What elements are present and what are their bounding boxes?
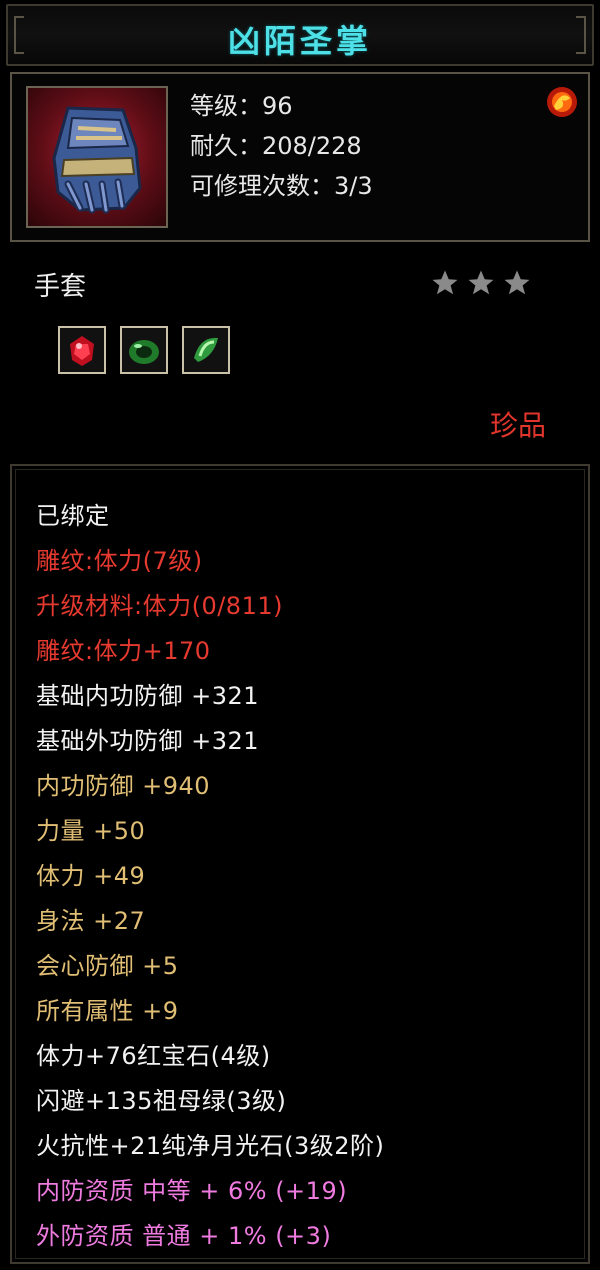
gem-stat-emerald: 闪避+135祖母绿(3级): [36, 1087, 287, 1115]
item-tooltip: 凶陌圣掌 等级：96 耐久：208/228 可修理次数：3/3 手套 珍品 已绑…: [0, 0, 600, 1270]
agility-stat: 身法 +27: [36, 907, 146, 935]
gem-slots: [58, 326, 230, 374]
stamina-stat: 体力 +49: [36, 862, 146, 890]
item-repair-count: 可修理次数：3/3: [190, 172, 373, 200]
inner-defense: 内功防御 +940: [36, 772, 211, 800]
outer-defense-quality: 外防资质 普通 + 1% (+3): [36, 1222, 332, 1250]
gem-stat-moonstone: 火抗性+21纯净月光石(3级2阶): [36, 1132, 385, 1160]
upgrade-material-line: 升级材料:体力(0/811): [36, 592, 283, 620]
rarity-label: 珍品: [490, 409, 547, 442]
star-icon: [432, 270, 458, 295]
stats-panel: 已绑定 雕纹:体力(7级) 升级材料:体力(0/811) 雕纹:体力+170 基…: [10, 464, 590, 1264]
item-type: 手套: [34, 272, 87, 302]
base-outer-defense: 基础外功防御 +321: [36, 727, 260, 755]
gem-stat-ruby: 体力+76红宝石(4级): [36, 1042, 271, 1070]
item-level: 等级：96: [190, 92, 293, 120]
emerald-icon[interactable]: [120, 326, 168, 374]
crit-defense-stat: 会心防御 +5: [36, 952, 179, 980]
title-bar: 凶陌圣掌: [6, 4, 594, 66]
base-inner-defense: 基础内功防御 +321: [36, 682, 260, 710]
star-icon: [468, 270, 494, 295]
moonstone-icon[interactable]: [182, 326, 230, 374]
ruby-icon[interactable]: [58, 326, 106, 374]
engrave-bonus-line: 雕纹:体力+170: [36, 637, 211, 665]
item-name: 凶陌圣掌: [227, 22, 372, 60]
inner-defense-quality: 内防资质 中等 + 6% (+19): [36, 1177, 348, 1205]
item-header-panel: 等级：96 耐久：208/228 可修理次数：3/3: [10, 72, 590, 242]
star-icon: [504, 270, 530, 295]
engrave-line: 雕纹:体力(7级): [36, 547, 203, 575]
item-durability: 耐久：208/228: [190, 132, 362, 160]
bound-status: 已绑定: [36, 502, 110, 530]
star-rating: [430, 268, 532, 298]
all-attributes-stat: 所有属性 +9: [36, 997, 179, 1025]
gauntlet-icon[interactable]: [26, 86, 168, 228]
flame-orb-icon: [544, 84, 580, 120]
strength-stat: 力量 +50: [36, 817, 146, 845]
